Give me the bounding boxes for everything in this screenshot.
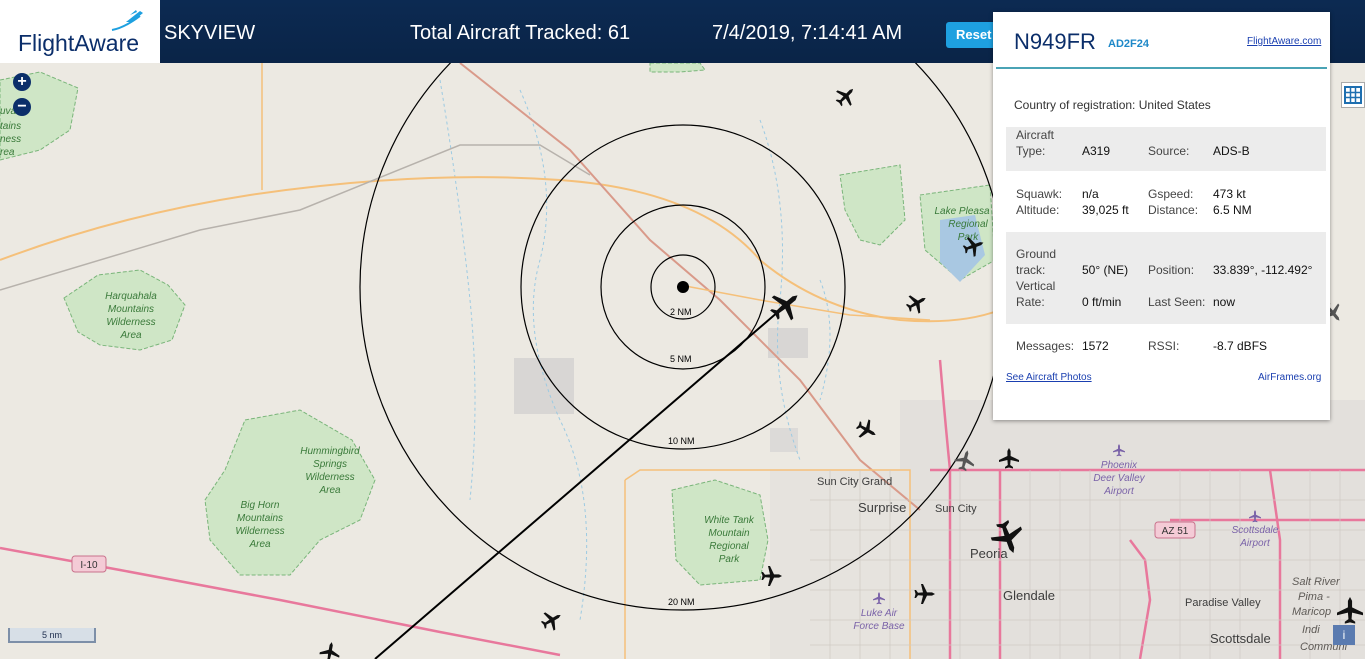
last-seen-label: Last Seen: (1148, 295, 1206, 309)
gspeed-value: 473 kt (1213, 187, 1246, 201)
logo-text: FlightAware (18, 30, 140, 56)
place-label: Area (248, 539, 271, 550)
aircraft-type-label: Aircraft (1016, 128, 1055, 142)
rssi-value: -8.7 dBFS (1213, 339, 1268, 353)
place-label: Deer Valley (1093, 473, 1145, 484)
grid-icon (1344, 86, 1362, 104)
aircraft-info-panel: N949FR AD2F24 FlightAware.com Country of… (993, 12, 1330, 420)
range-ring-label: 5 NM (670, 354, 692, 364)
aircraft-callsign: N949FR (1014, 29, 1096, 54)
place-label: Mountain (708, 528, 750, 539)
current-datetime: 7/4/2019, 7:14:41 AM (712, 22, 903, 44)
place-label: tains (0, 121, 21, 132)
city-label: Scottsdale (1210, 631, 1271, 646)
squawk-value: n/a (1082, 187, 1099, 201)
place-label: Harquahala (105, 291, 157, 302)
altitude-value: 39,025 ft (1082, 203, 1129, 217)
messages-label: Messages: (1016, 339, 1075, 353)
vertical-rate-label: Rate: (1016, 295, 1045, 309)
zoom-out-button[interactable]: − (13, 98, 31, 116)
ground-track-value: 50° (NE) (1082, 263, 1129, 277)
map-scale-bar: 5 nm (8, 628, 96, 643)
flightaware-logo[interactable]: FlightAware (0, 0, 160, 63)
place-label: Wilderness (235, 526, 284, 537)
city-label: Surprise (858, 500, 906, 515)
place-label: Salt River (1292, 576, 1341, 588)
country-of-registration: Country of registration: United States (1014, 98, 1211, 112)
place-label: Springs (313, 459, 347, 470)
altitude-label: Altitude: (1016, 203, 1060, 217)
reset-button[interactable]: Reset (946, 22, 998, 48)
place-label: Wilderness (305, 472, 354, 483)
aircraft-photos-link[interactable]: See Aircraft Photos (1006, 372, 1092, 383)
place-label: Park (719, 554, 741, 565)
squawk-label: Squawk: (1016, 187, 1063, 201)
app-name: SKYVIEW (164, 22, 256, 44)
ground-track-label: track: (1016, 263, 1046, 277)
total-aircraft-tracked: Total Aircraft Tracked: 61 (410, 22, 631, 44)
place-label: Airport (1239, 538, 1271, 549)
place-label: Regional (948, 219, 988, 230)
place-label: Mountains (108, 304, 154, 315)
place-label: Mountains (237, 513, 283, 524)
place-label: Scottsdale (1232, 525, 1279, 536)
place-label: White Tank (704, 515, 755, 526)
place-label: ness (0, 134, 21, 145)
last-seen-value: now (1213, 295, 1236, 309)
country-value: United States (1138, 98, 1211, 112)
place-label: Indi (1302, 624, 1320, 636)
distance-label: Distance: (1148, 203, 1199, 217)
city-label: Sun City Grand (817, 476, 892, 488)
place-label: Area (119, 330, 142, 341)
city-label: Peoria (970, 546, 1008, 561)
city-label: Glendale (1003, 588, 1055, 603)
city-label: Paradise Valley (1185, 597, 1261, 609)
rssi-label: RSSI: (1148, 339, 1180, 353)
place-label: Maricop (1292, 606, 1331, 618)
messages-value: 1572 (1082, 339, 1109, 353)
place-label: Luke Air (861, 608, 898, 619)
place-label: Pima - (1298, 591, 1330, 603)
place-label: Regional (709, 541, 749, 552)
row-type-source: Aircraft Type: A319 Source: ADS-B (1006, 127, 1326, 171)
country-label: Country of registration: (1014, 98, 1136, 112)
row-track-position: Ground track: 50° (NE) Position: 33.839°… (1006, 232, 1326, 324)
position-label: Position: (1148, 263, 1195, 277)
aircraft-type-label: Type: (1016, 144, 1046, 158)
place-label: Airport (1103, 486, 1135, 497)
vertical-rate-value: 0 ft/min (1082, 295, 1122, 309)
city-label: Sun City (935, 503, 977, 515)
aircraft-hex-code: AD2F24 (1108, 38, 1149, 50)
source-value: ADS-B (1213, 144, 1250, 158)
source-label: Source: (1148, 144, 1190, 158)
receiver-location-marker (677, 281, 689, 293)
row-messages-rssi: Messages: 1572 RSSI: -8.7 dBFS (1006, 338, 1326, 356)
distance-value: 6.5 NM (1213, 203, 1252, 217)
aircraft-type-value: A319 (1082, 144, 1111, 158)
place-label: Big Horn (241, 500, 280, 511)
place-label: Wilderness (106, 317, 155, 328)
info-icon[interactable]: i (1333, 625, 1355, 645)
vertical-rate-label: Vertical (1016, 279, 1056, 293)
place-label: Phoenix (1101, 460, 1138, 471)
place-label: Lake Pleasa (934, 206, 989, 217)
panel-divider (996, 67, 1327, 69)
position-value: 33.839°, -112.492° (1213, 263, 1313, 277)
row-squawk-speed: Squawk: n/a Gspeed: 473 kt Altitude: 39,… (1006, 186, 1326, 222)
place-label: Hummingbird (300, 446, 360, 457)
highway-shield: AZ 51 (1162, 526, 1189, 537)
place-label: Force Base (853, 621, 905, 632)
map-layers-button[interactable] (1341, 82, 1365, 108)
highway-shield: I-10 (80, 560, 98, 571)
place-label: rea (0, 147, 15, 158)
gspeed-label: Gspeed: (1148, 187, 1194, 201)
range-ring-label: 2 NM (670, 307, 692, 317)
range-ring-label: 10 NM (668, 436, 695, 446)
zoom-in-button[interactable]: + (13, 73, 31, 91)
flightaware-link[interactable]: FlightAware.com (1247, 36, 1321, 47)
place-label: Area (318, 485, 341, 496)
range-ring-label: 20 NM (668, 597, 695, 607)
ground-track-label: Ground (1016, 247, 1057, 261)
airframes-link[interactable]: AirFrames.org (1258, 372, 1321, 383)
